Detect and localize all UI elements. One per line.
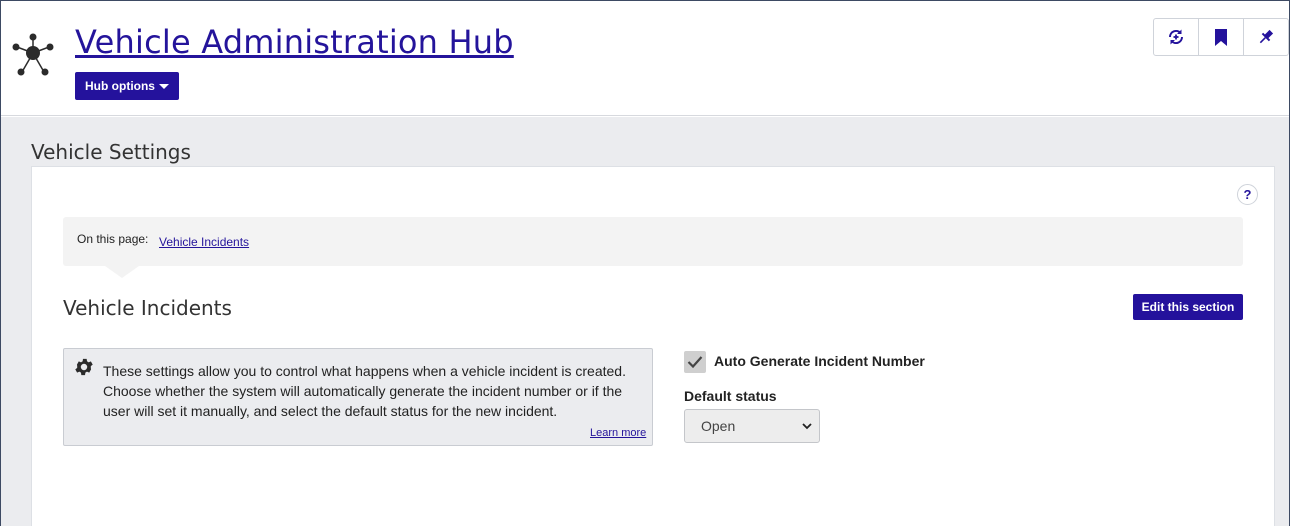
bookmark-icon [1215,28,1227,46]
hub-actions-group [1153,18,1289,56]
hub-network-icon [12,33,54,76]
chevron-down-icon [802,422,812,429]
on-this-page-pointer [105,266,139,278]
caret-down-icon [158,84,169,89]
default-status-label: Default status [684,388,777,404]
edit-section-button[interactable]: Edit this section [1133,294,1243,320]
on-this-page-label: On this page: [77,232,149,246]
checkmark-icon [687,356,703,369]
auto-generate-checkbox[interactable] [684,351,706,373]
info-description: These settings allow you to control what… [103,363,626,419]
sync-add-icon [1168,29,1184,45]
hub-options-button[interactable]: Hub options [75,72,179,100]
auto-generate-label: Auto Generate Incident Number [714,353,925,369]
help-button[interactable]: ? [1237,184,1258,205]
hub-header: Vehicle Administration Hub Hub options [1,1,1289,116]
gear-icon [75,358,93,376]
page-title: Vehicle Settings [31,140,191,164]
bookmark-button[interactable] [1199,19,1244,55]
default-status-value: Open [701,418,736,434]
default-status-select[interactable]: Open [684,409,820,443]
learn-more-link[interactable]: Learn more [590,427,646,439]
pin-button[interactable] [1244,19,1288,55]
vehicle-incidents-anchor-link[interactable]: Vehicle Incidents [159,235,249,249]
section-title: Vehicle Incidents [63,296,232,320]
follow-button[interactable] [1154,19,1199,55]
hub-title-link[interactable]: Vehicle Administration Hub [75,23,514,61]
pin-icon [1259,29,1274,44]
hub-options-label: Hub options [85,79,155,93]
